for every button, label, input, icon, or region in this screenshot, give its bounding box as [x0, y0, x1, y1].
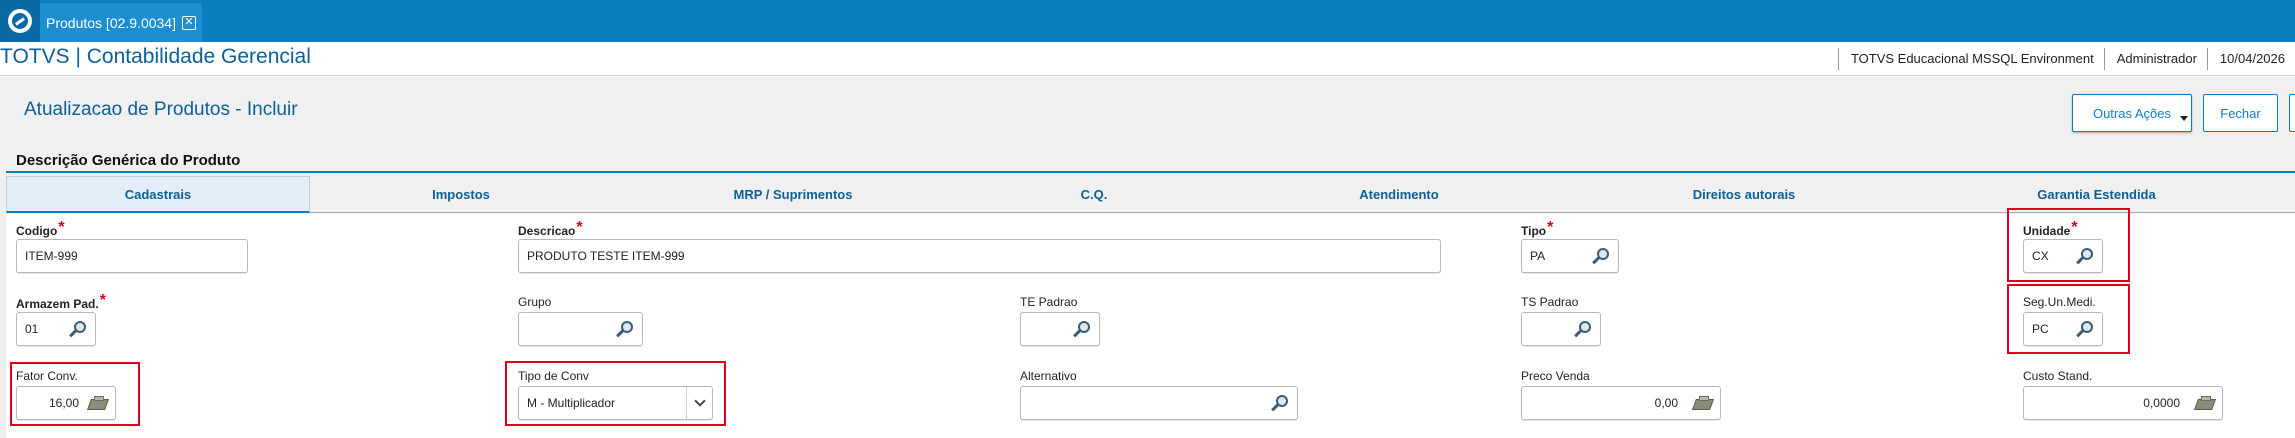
alternativo-field[interactable] — [1020, 386, 1298, 420]
tab-mrp-suprimentos[interactable]: MRP / Suprimentos — [612, 176, 974, 213]
highlight-seg-un-medi — [2007, 284, 2130, 354]
header-info: TOTVS Educacional MSSQL Environment Admi… — [1837, 48, 2295, 70]
custo-stand-value: 0,0000 — [2143, 396, 2180, 410]
tab-label: Direitos autorais — [1692, 187, 1796, 202]
page-title: Atualizacao de Produtos - Incluir — [24, 99, 298, 120]
tab-cadastrais[interactable]: Cadastrais — [6, 176, 310, 213]
close-icon[interactable]: ✕ — [182, 15, 196, 30]
highlight-tipo-conv — [505, 361, 726, 426]
tab-label: MRP / Suprimentos — [733, 187, 853, 202]
descricao-value: PRODUTO TESTE ITEM-999 — [527, 249, 685, 263]
te-padrao-label: TE Padrao — [1020, 295, 1078, 309]
ts-padrao-label: TS Padrao — [1521, 295, 1579, 309]
tipo-value: PA — [1530, 249, 1546, 263]
tab-label: Impostos — [432, 187, 490, 202]
search-icon[interactable] — [69, 321, 87, 339]
outras-acoes-button[interactable]: Outras Ações — [2072, 94, 2192, 132]
fechar-button[interactable]: Fechar — [2203, 94, 2278, 132]
form-cadastrais: Codigo* ITEM-999 Descricao* PRODUTO TEST… — [6, 208, 2295, 438]
required-mark: * — [99, 292, 106, 309]
tab-cq[interactable]: C.Q. — [974, 176, 1214, 213]
codigo-label: Codigo* — [16, 219, 65, 238]
tab-label: C.Q. — [1080, 187, 1108, 202]
te-padrao-field[interactable] — [1020, 312, 1100, 346]
preco-venda-field[interactable]: 0,00 — [1521, 386, 1721, 420]
armazem-field[interactable]: 01 — [16, 312, 96, 346]
search-icon[interactable] — [1574, 321, 1592, 339]
armazem-label: Armazem Pad.* — [16, 292, 106, 311]
section-label: Descrição Genérica do Produto — [16, 152, 241, 169]
calculator-icon[interactable] — [1691, 396, 1715, 412]
tab-impostos[interactable]: Impostos — [310, 176, 612, 213]
search-icon[interactable] — [1592, 248, 1610, 266]
app-header: TOTVS | Contabilidade Gerencial TOTVS Ed… — [0, 42, 2295, 76]
page-area: Atualizacao de Produtos - Incluir Outras… — [0, 77, 2295, 438]
search-icon[interactable] — [616, 321, 634, 339]
outras-acoes-label: Outras Ações — [2092, 105, 2172, 121]
search-icon[interactable] — [1271, 395, 1289, 413]
tab-atendimento[interactable]: Atendimento — [1214, 176, 1584, 213]
preco-venda-label: Preco Venda — [1521, 369, 1590, 383]
tipo-field[interactable]: PA — [1521, 239, 1619, 273]
folder-tabs: Cadastrais Impostos MRP / Suprimentos C.… — [6, 176, 2295, 213]
totvs-logo-icon[interactable] — [0, 0, 40, 42]
tab-label: Garantia Estendida — [2037, 187, 2156, 202]
preco-venda-value: 0,00 — [1654, 396, 1678, 410]
required-mark: * — [1547, 219, 1554, 236]
calculator-icon[interactable] — [2193, 396, 2217, 412]
armazem-value: 01 — [25, 322, 39, 336]
highlight-unidade — [2007, 208, 2130, 282]
tab-direitos-autorais[interactable]: Direitos autorais — [1584, 176, 1904, 213]
alternativo-label: Alternativo — [1020, 369, 1077, 383]
required-mark: * — [58, 219, 65, 236]
app-window: Produtos [02.9.0034] ✕ TOTVS | Contabili… — [0, 0, 2295, 438]
grupo-label: Grupo — [518, 295, 552, 309]
custo-stand-field[interactable]: 0,0000 — [2023, 386, 2223, 420]
tab-label: Atendimento — [1359, 187, 1439, 202]
date-label[interactable]: 10/04/2026 — [2206, 48, 2295, 70]
codigo-value: ITEM-999 — [25, 249, 78, 263]
descricao-field[interactable]: PRODUTO TESTE ITEM-999 — [518, 239, 1441, 273]
tab-label: Cadastrais — [124, 186, 192, 202]
window-tab-bar: Produtos [02.9.0034] ✕ — [0, 0, 2295, 42]
fechar-label: Fechar — [2220, 105, 2261, 121]
grupo-field[interactable] — [518, 312, 643, 346]
confirmar-button[interactable] — [2289, 94, 2295, 132]
section-divider — [6, 171, 2295, 173]
search-icon[interactable] — [1073, 321, 1091, 339]
highlight-fator-conv — [10, 362, 140, 426]
descricao-label: Descricao* — [518, 219, 583, 238]
environment-label[interactable]: TOTVS Educacional MSSQL Environment — [1837, 48, 2104, 70]
ts-padrao-field[interactable] — [1521, 312, 1601, 346]
tipo-label: Tipo* — [1521, 219, 1554, 238]
required-mark: * — [576, 219, 583, 236]
user-label[interactable]: Administrador — [2103, 48, 2207, 70]
window-tab-produtos[interactable]: Produtos [02.9.0034] ✕ — [40, 3, 202, 42]
codigo-field[interactable]: ITEM-999 — [16, 239, 248, 273]
window-tab-label: Produtos [02.9.0034] — [46, 14, 176, 31]
app-title: TOTVS | Contabilidade Gerencial — [0, 45, 311, 68]
caret-down-icon — [2180, 116, 2188, 121]
custo-stand-label: Custo Stand. — [2023, 369, 2093, 383]
